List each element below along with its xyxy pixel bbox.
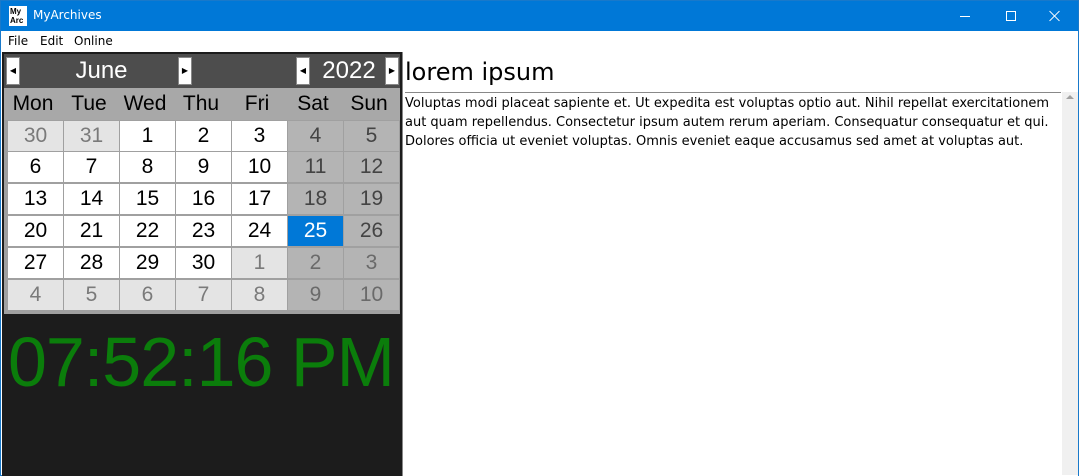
prev-month-button[interactable]: ◀ — [6, 57, 20, 85]
digital-clock: 07:52:16 PM — [8, 323, 395, 401]
day-name-sat: Sat — [297, 92, 329, 115]
day-cell[interactable]: 17 — [232, 184, 287, 214]
app-icon-line-1: My — [10, 7, 22, 16]
document-body[interactable]: Voluptas modi placeat sapiente et. Ut ex… — [405, 94, 1061, 151]
month-label[interactable]: June — [24, 56, 179, 86]
title-divider — [405, 92, 1061, 93]
day-name-fri: Fri — [244, 92, 270, 115]
day-cell[interactable]: 8 — [232, 280, 287, 310]
day-names-row: Mon Tue Wed Thu Fri Sat Sun — [4, 88, 400, 120]
selected-day-cell[interactable]: 25 — [288, 216, 343, 246]
day-cell[interactable]: 19 — [344, 184, 399, 214]
day-name-tue: Tue — [71, 92, 107, 115]
title-bar[interactable]: My Arc MyArchives — [1, 1, 1078, 31]
day-cell[interactable]: 4 — [8, 280, 63, 310]
menu-file[interactable]: File — [8, 34, 28, 48]
day-cell[interactable]: 6 — [120, 280, 175, 310]
day-name-wed: Wed — [123, 92, 167, 115]
day-cell[interactable]: 1 — [232, 248, 287, 278]
day-cell[interactable]: 26 — [344, 216, 399, 246]
menu-bar: File Edit Online — [1, 31, 1078, 51]
year-label[interactable]: 2022 — [314, 56, 384, 86]
day-cell[interactable]: 27 — [8, 248, 63, 278]
day-cell[interactable]: 15 — [120, 184, 175, 214]
day-cell[interactable]: 9 — [288, 280, 343, 310]
minimize-button[interactable] — [942, 1, 988, 31]
day-cell[interactable]: 12 — [344, 152, 399, 182]
day-cell[interactable]: 4 — [288, 121, 343, 151]
prev-year-button[interactable]: ◀ — [296, 57, 310, 85]
day-cell[interactable]: 29 — [120, 248, 175, 278]
day-name-thu: Thu — [182, 92, 220, 115]
left-panel: ◀ June ▶ ◀ 2022 ▶ Mon Tue Wed Thu Fri Sa… — [2, 52, 402, 476]
day-cell[interactable]: 2 — [288, 248, 343, 278]
day-cell[interactable]: 14 — [64, 184, 119, 214]
day-cell[interactable]: 7 — [176, 280, 231, 310]
menu-online[interactable]: Online — [74, 34, 113, 48]
day-cell[interactable]: 18 — [288, 184, 343, 214]
day-name-mon: Mon — [12, 92, 54, 115]
day-cell[interactable]: 1 — [120, 121, 175, 151]
day-cell[interactable]: 6 — [8, 152, 63, 182]
close-icon — [1049, 10, 1061, 22]
triangle-right-icon: ▶ — [388, 66, 396, 75]
day-cell[interactable]: 30 — [8, 121, 63, 151]
day-cell[interactable]: 16 — [176, 184, 231, 214]
next-year-button[interactable]: ▶ — [385, 57, 399, 85]
day-cell[interactable]: 22 — [120, 216, 175, 246]
day-cell[interactable]: 21 — [64, 216, 119, 246]
triangle-left-icon: ◀ — [9, 66, 17, 75]
maximize-button[interactable] — [988, 1, 1034, 31]
minimize-icon — [960, 16, 970, 17]
window-title: MyArchives — [33, 8, 102, 22]
day-cell[interactable]: 31 — [64, 121, 119, 151]
day-cell[interactable]: 24 — [232, 216, 287, 246]
menu-edit[interactable]: Edit — [40, 34, 63, 48]
document-panel: lorem ipsum Voluptas modi placeat sapien… — [402, 52, 1078, 476]
day-cell[interactable]: 23 — [176, 216, 231, 246]
day-cell[interactable]: 8 — [120, 152, 175, 182]
day-cell[interactable]: 3 — [344, 248, 399, 278]
day-cell[interactable]: 7 — [64, 152, 119, 182]
app-icon-line-2: Arc — [10, 16, 24, 25]
calendar-grid: Mon Tue Wed Thu Fri Sat Sun 30 31 1 2 3 … — [4, 88, 400, 314]
day-cell[interactable]: 30 — [176, 248, 231, 278]
scroll-up-arrow-icon[interactable] — [1066, 95, 1074, 99]
maximize-icon — [1006, 11, 1016, 21]
day-cell[interactable]: 11 — [288, 152, 343, 182]
calendar-header: ◀ June ▶ ◀ 2022 ▶ — [4, 54, 400, 88]
day-cell[interactable]: 10 — [344, 280, 399, 310]
day-cell[interactable]: 20 — [8, 216, 63, 246]
vertical-scrollbar[interactable] — [1062, 92, 1078, 475]
day-cell[interactable]: 3 — [232, 121, 287, 151]
close-button[interactable] — [1032, 1, 1078, 31]
app-icon: My Arc — [9, 6, 27, 26]
next-month-button[interactable]: ▶ — [178, 57, 192, 85]
day-cell[interactable]: 13 — [8, 184, 63, 214]
day-cell[interactable]: 9 — [176, 152, 231, 182]
document-title[interactable]: lorem ipsum — [405, 58, 1061, 86]
day-cell[interactable]: 2 — [176, 121, 231, 151]
day-cell[interactable]: 28 — [64, 248, 119, 278]
day-name-sun: Sun — [350, 92, 388, 115]
triangle-right-icon: ▶ — [181, 66, 189, 75]
app-window: My Arc MyArchives File Edit Online ◀ Jun… — [0, 0, 1079, 476]
day-cell[interactable]: 5 — [344, 121, 399, 151]
day-cell[interactable]: 5 — [64, 280, 119, 310]
day-cell[interactable]: 10 — [232, 152, 287, 182]
triangle-left-icon: ◀ — [299, 66, 307, 75]
